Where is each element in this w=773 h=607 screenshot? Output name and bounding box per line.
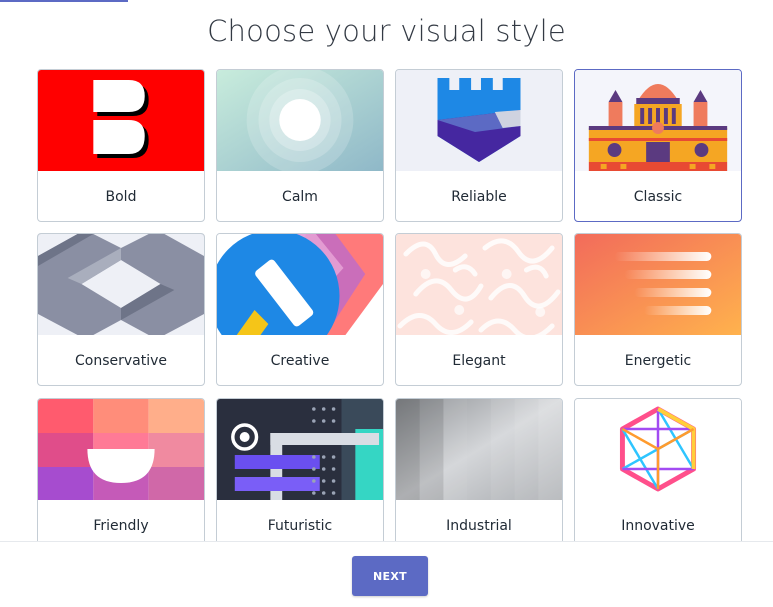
page-title: Choose your visual style — [207, 14, 566, 48]
next-button[interactable]: NEXT — [352, 556, 428, 596]
elegant-thumbnail — [396, 234, 562, 335]
classic-thumbnail — [575, 70, 741, 171]
style-card-label: Classic — [633, 189, 683, 205]
progress-indicator — [0, 0, 128, 2]
style-card-label: Conservative — [74, 353, 168, 369]
conservative-thumbnail — [38, 234, 204, 335]
style-card-label: Calm — [282, 189, 318, 205]
style-card-creative[interactable]: Creative — [216, 233, 384, 386]
creative-thumbnail — [217, 234, 383, 335]
style-card-label: Creative — [270, 353, 330, 369]
style-grid: Bold Calm Reliable Classic Conservative … — [37, 69, 743, 545]
style-card-futuristic[interactable]: Futuristic — [216, 398, 384, 545]
industrial-thumbnail — [396, 399, 562, 500]
style-card-industrial[interactable]: Industrial — [395, 398, 563, 545]
style-card-friendly[interactable]: Friendly — [37, 398, 205, 545]
style-card-label: Elegant — [452, 353, 506, 369]
style-card-label: Bold — [105, 189, 137, 205]
style-card-reliable[interactable]: Reliable — [395, 69, 563, 222]
style-card-innovative[interactable]: Innovative — [574, 398, 742, 545]
style-card-label: Industrial — [446, 518, 512, 534]
style-card-energetic[interactable]: Energetic — [574, 233, 742, 386]
bold-thumbnail — [38, 70, 204, 171]
style-card-label: Energetic — [624, 353, 692, 369]
reliable-thumbnail — [396, 70, 562, 171]
style-card-classic[interactable]: Classic — [574, 69, 742, 222]
calm-thumbnail — [217, 70, 383, 171]
style-card-bold[interactable]: Bold — [37, 69, 205, 222]
style-card-calm[interactable]: Calm — [216, 69, 384, 222]
style-card-conservative[interactable]: Conservative — [37, 233, 205, 386]
style-card-label: Futuristic — [267, 518, 333, 534]
style-card-label: Reliable — [451, 189, 507, 205]
innovative-thumbnail — [575, 399, 741, 500]
style-card-label: Friendly — [93, 518, 149, 534]
energetic-thumbnail — [575, 234, 741, 335]
style-card-label: Innovative — [621, 518, 695, 534]
footer-bar: NEXT — [0, 541, 773, 607]
style-card-elegant[interactable]: Elegant — [395, 233, 563, 386]
futuristic-thumbnail — [217, 399, 383, 500]
friendly-thumbnail — [38, 399, 204, 500]
